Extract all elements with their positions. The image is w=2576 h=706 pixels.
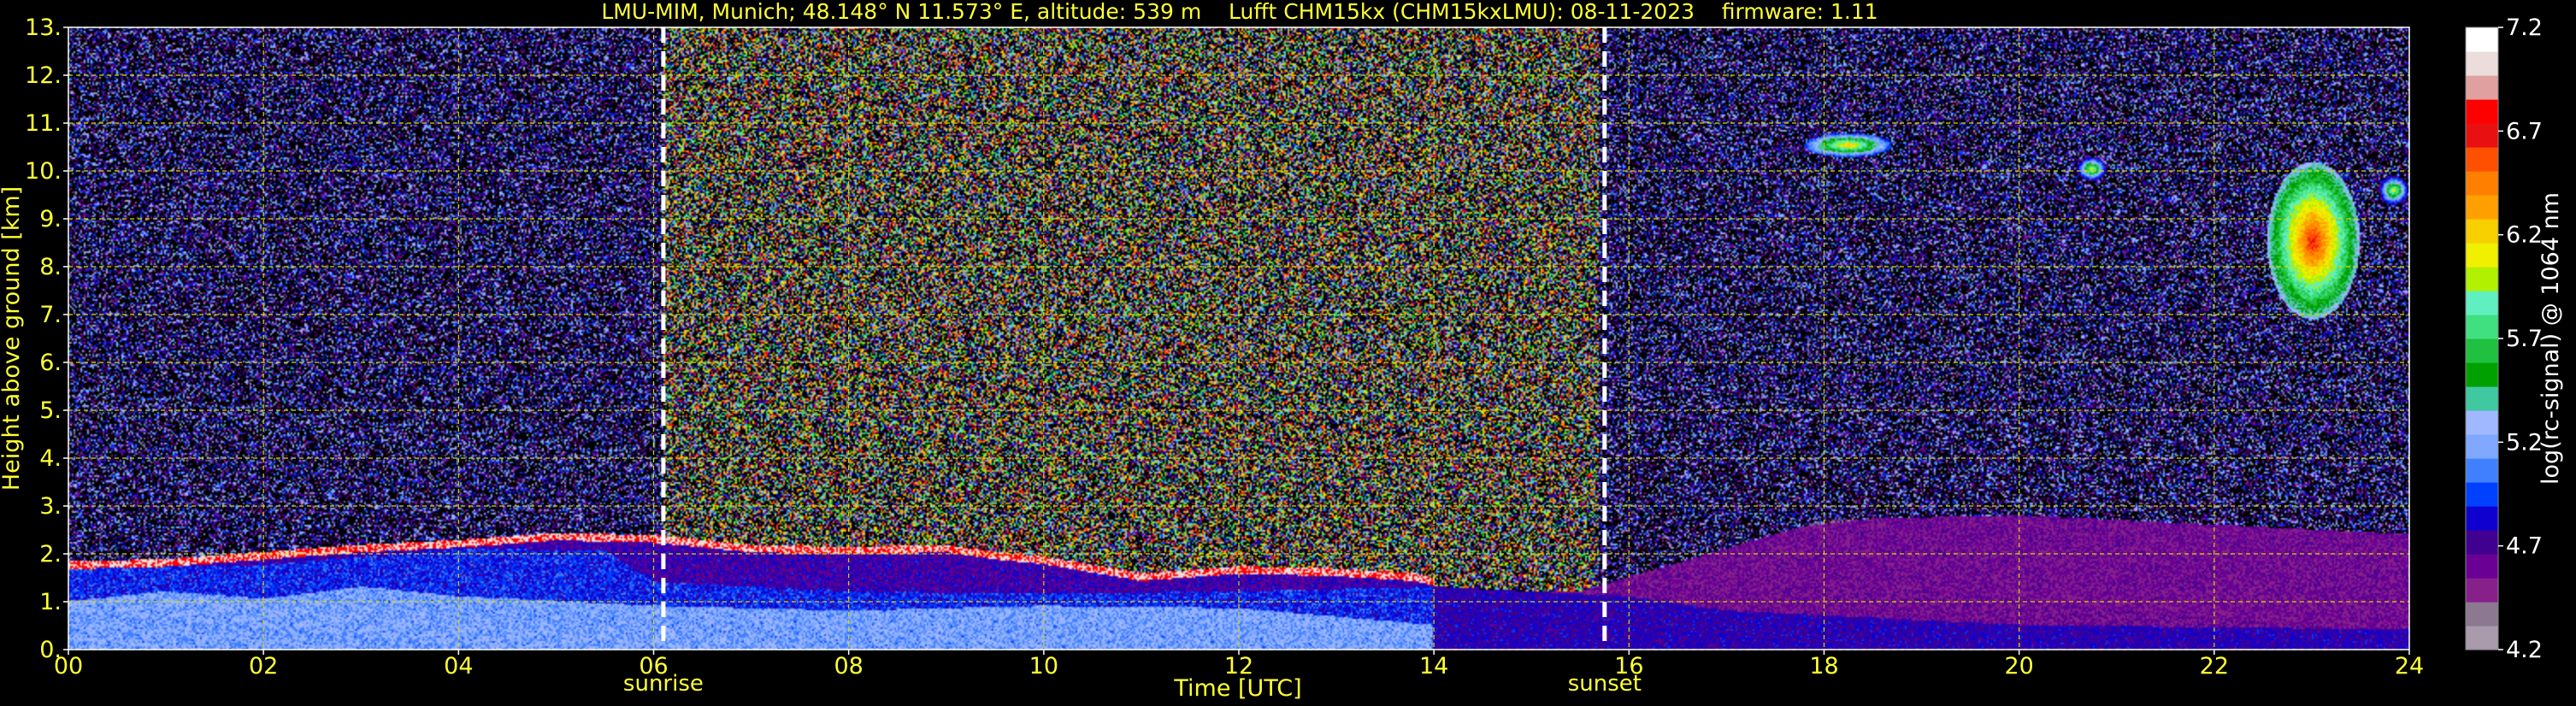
colorbar-swatch [2466, 338, 2498, 363]
y-tick-label: 1. [39, 589, 62, 615]
colorbar-swatches [2466, 27, 2498, 650]
colorbar-swatch [2466, 482, 2498, 507]
colorbar-swatch [2466, 506, 2498, 531]
x-axis-label: Time [UTC] [1173, 675, 1301, 702]
colorbar-label: log(rc-signal) @ 1064 nm [2538, 192, 2564, 485]
colorbar-swatch [2466, 99, 2498, 124]
colorbar-swatch [2466, 123, 2498, 148]
x-tick-label: 08 [834, 653, 863, 680]
y-tick-label: 10. [25, 158, 62, 185]
y-tick-label: 2. [39, 541, 62, 568]
colorbar-swatch [2466, 386, 2498, 411]
sunrise-label: sunrise [623, 671, 704, 697]
x-tick-label: 22 [2200, 653, 2229, 680]
y-tick-label: 12. [25, 62, 62, 89]
colorbar-swatch [2466, 243, 2498, 268]
colorbar-swatch [2466, 75, 2498, 100]
x-tick-label: 10 [1029, 653, 1058, 680]
y-tick-label: 8. [39, 254, 62, 280]
colorbar-swatch [2466, 362, 2498, 387]
y-tick-label: 3. [39, 493, 62, 520]
y-tick-label: 9. [39, 206, 62, 232]
y-tick-label: 0. [39, 637, 62, 663]
x-tick-label: 14 [1419, 653, 1448, 680]
colorbar-swatch [2466, 434, 2498, 459]
colorbar-tick-label: 4.7 [2506, 533, 2543, 560]
colorbar-swatch [2466, 219, 2498, 244]
colorbar-swatch [2466, 315, 2498, 339]
y-tick-label: 13. [25, 15, 62, 41]
colorbar-swatch [2466, 410, 2498, 435]
colorbar-swatch [2466, 195, 2498, 220]
colorbar-swatch [2466, 554, 2498, 579]
colorbar-swatch [2466, 267, 2498, 291]
colorbar-swatch [2466, 530, 2498, 555]
colorbar: 7.26.76.25.75.24.74.2 log(rc-signal) @ 1… [2465, 15, 2564, 663]
colorbar-tick-label: 7.2 [2506, 15, 2543, 41]
colorbar-swatch [2466, 626, 2498, 650]
ceilometer-chart: LMU-MIM, Munich; 48.148° N 11.573° E, al… [0, 0, 2564, 702]
colorbar-ticks: 7.26.76.25.75.24.74.2 [2498, 15, 2543, 663]
y-tick-label: 4. [39, 445, 62, 472]
sunset-label: sunset [1568, 671, 1642, 697]
x-tick-label: 20 [2004, 653, 2033, 680]
y-tick-label: 7. [39, 302, 62, 328]
colorbar-swatch [2466, 291, 2498, 315]
y-tick-label: 6. [39, 350, 62, 376]
y-tick-label: 5. [39, 397, 62, 424]
colorbar-swatch [2466, 147, 2498, 172]
x-tick-label: 04 [444, 653, 473, 680]
y-axis: 0. 1. 2. 3. 4. 5. 6. 7. 8. 9. 10. 11. 12. 13. [25, 15, 68, 663]
colorbar-tick-label: 6.7 [2506, 118, 2543, 144]
colorbar-swatch [2466, 27, 2498, 52]
colorbar-swatch [2466, 171, 2498, 196]
plot-area [68, 26, 2410, 650]
colorbar-swatch [2466, 458, 2498, 483]
x-tick-label: 24 [2395, 653, 2424, 680]
y-axis-label: Height above ground [km] [0, 186, 25, 491]
colorbar-swatch [2466, 602, 2498, 627]
colorbar-tick-label: 4.2 [2506, 637, 2543, 663]
colorbar-swatch [2466, 51, 2498, 76]
colorbar-swatch [2466, 578, 2498, 603]
chart-title: LMU-MIM, Munich; 48.148° N 11.573° E, al… [601, 0, 1877, 24]
y-tick-label: 11. [25, 110, 62, 137]
x-tick-label: 02 [249, 653, 278, 680]
x-tick-label: 18 [1809, 653, 1838, 680]
